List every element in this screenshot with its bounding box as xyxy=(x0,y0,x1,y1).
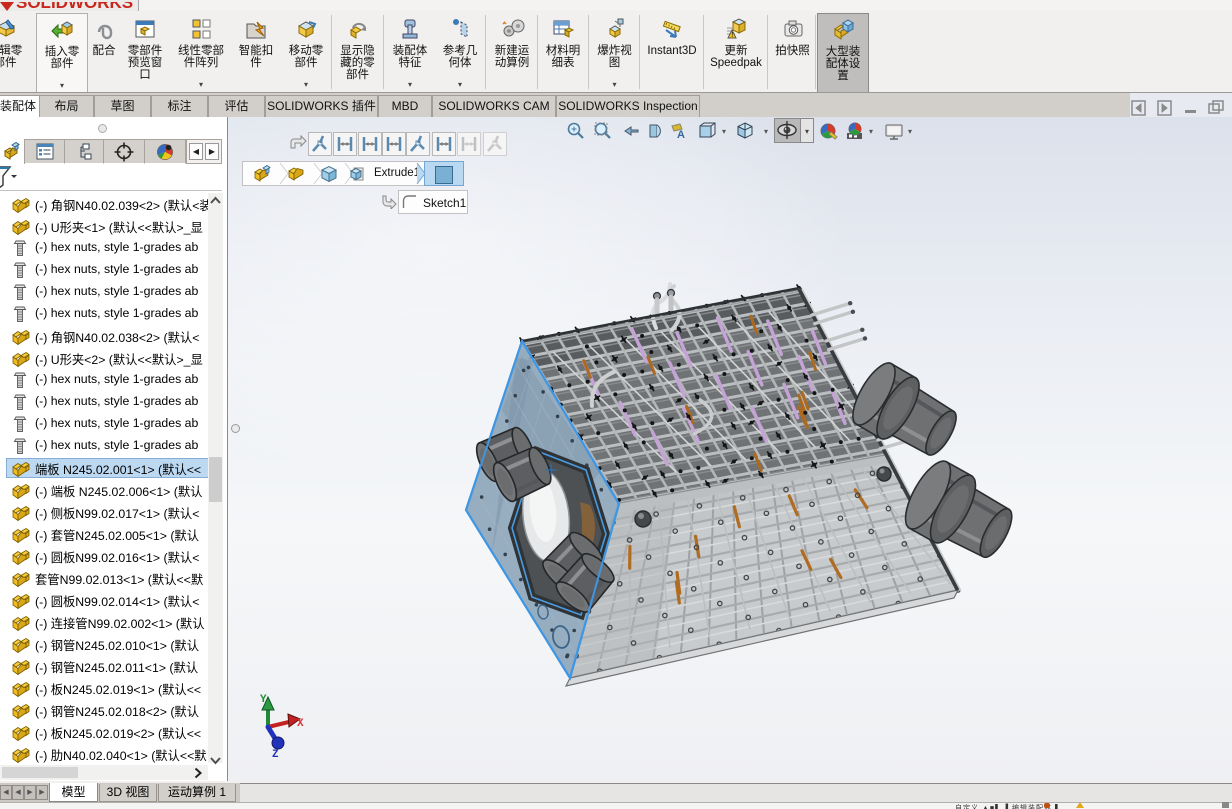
svg-text:A: A xyxy=(677,129,685,141)
svg-text:X: X xyxy=(297,718,304,730)
svg-text:Y: Y xyxy=(260,694,267,706)
svg-text:!: ! xyxy=(731,32,733,39)
svg-text:Z: Z xyxy=(272,749,279,761)
